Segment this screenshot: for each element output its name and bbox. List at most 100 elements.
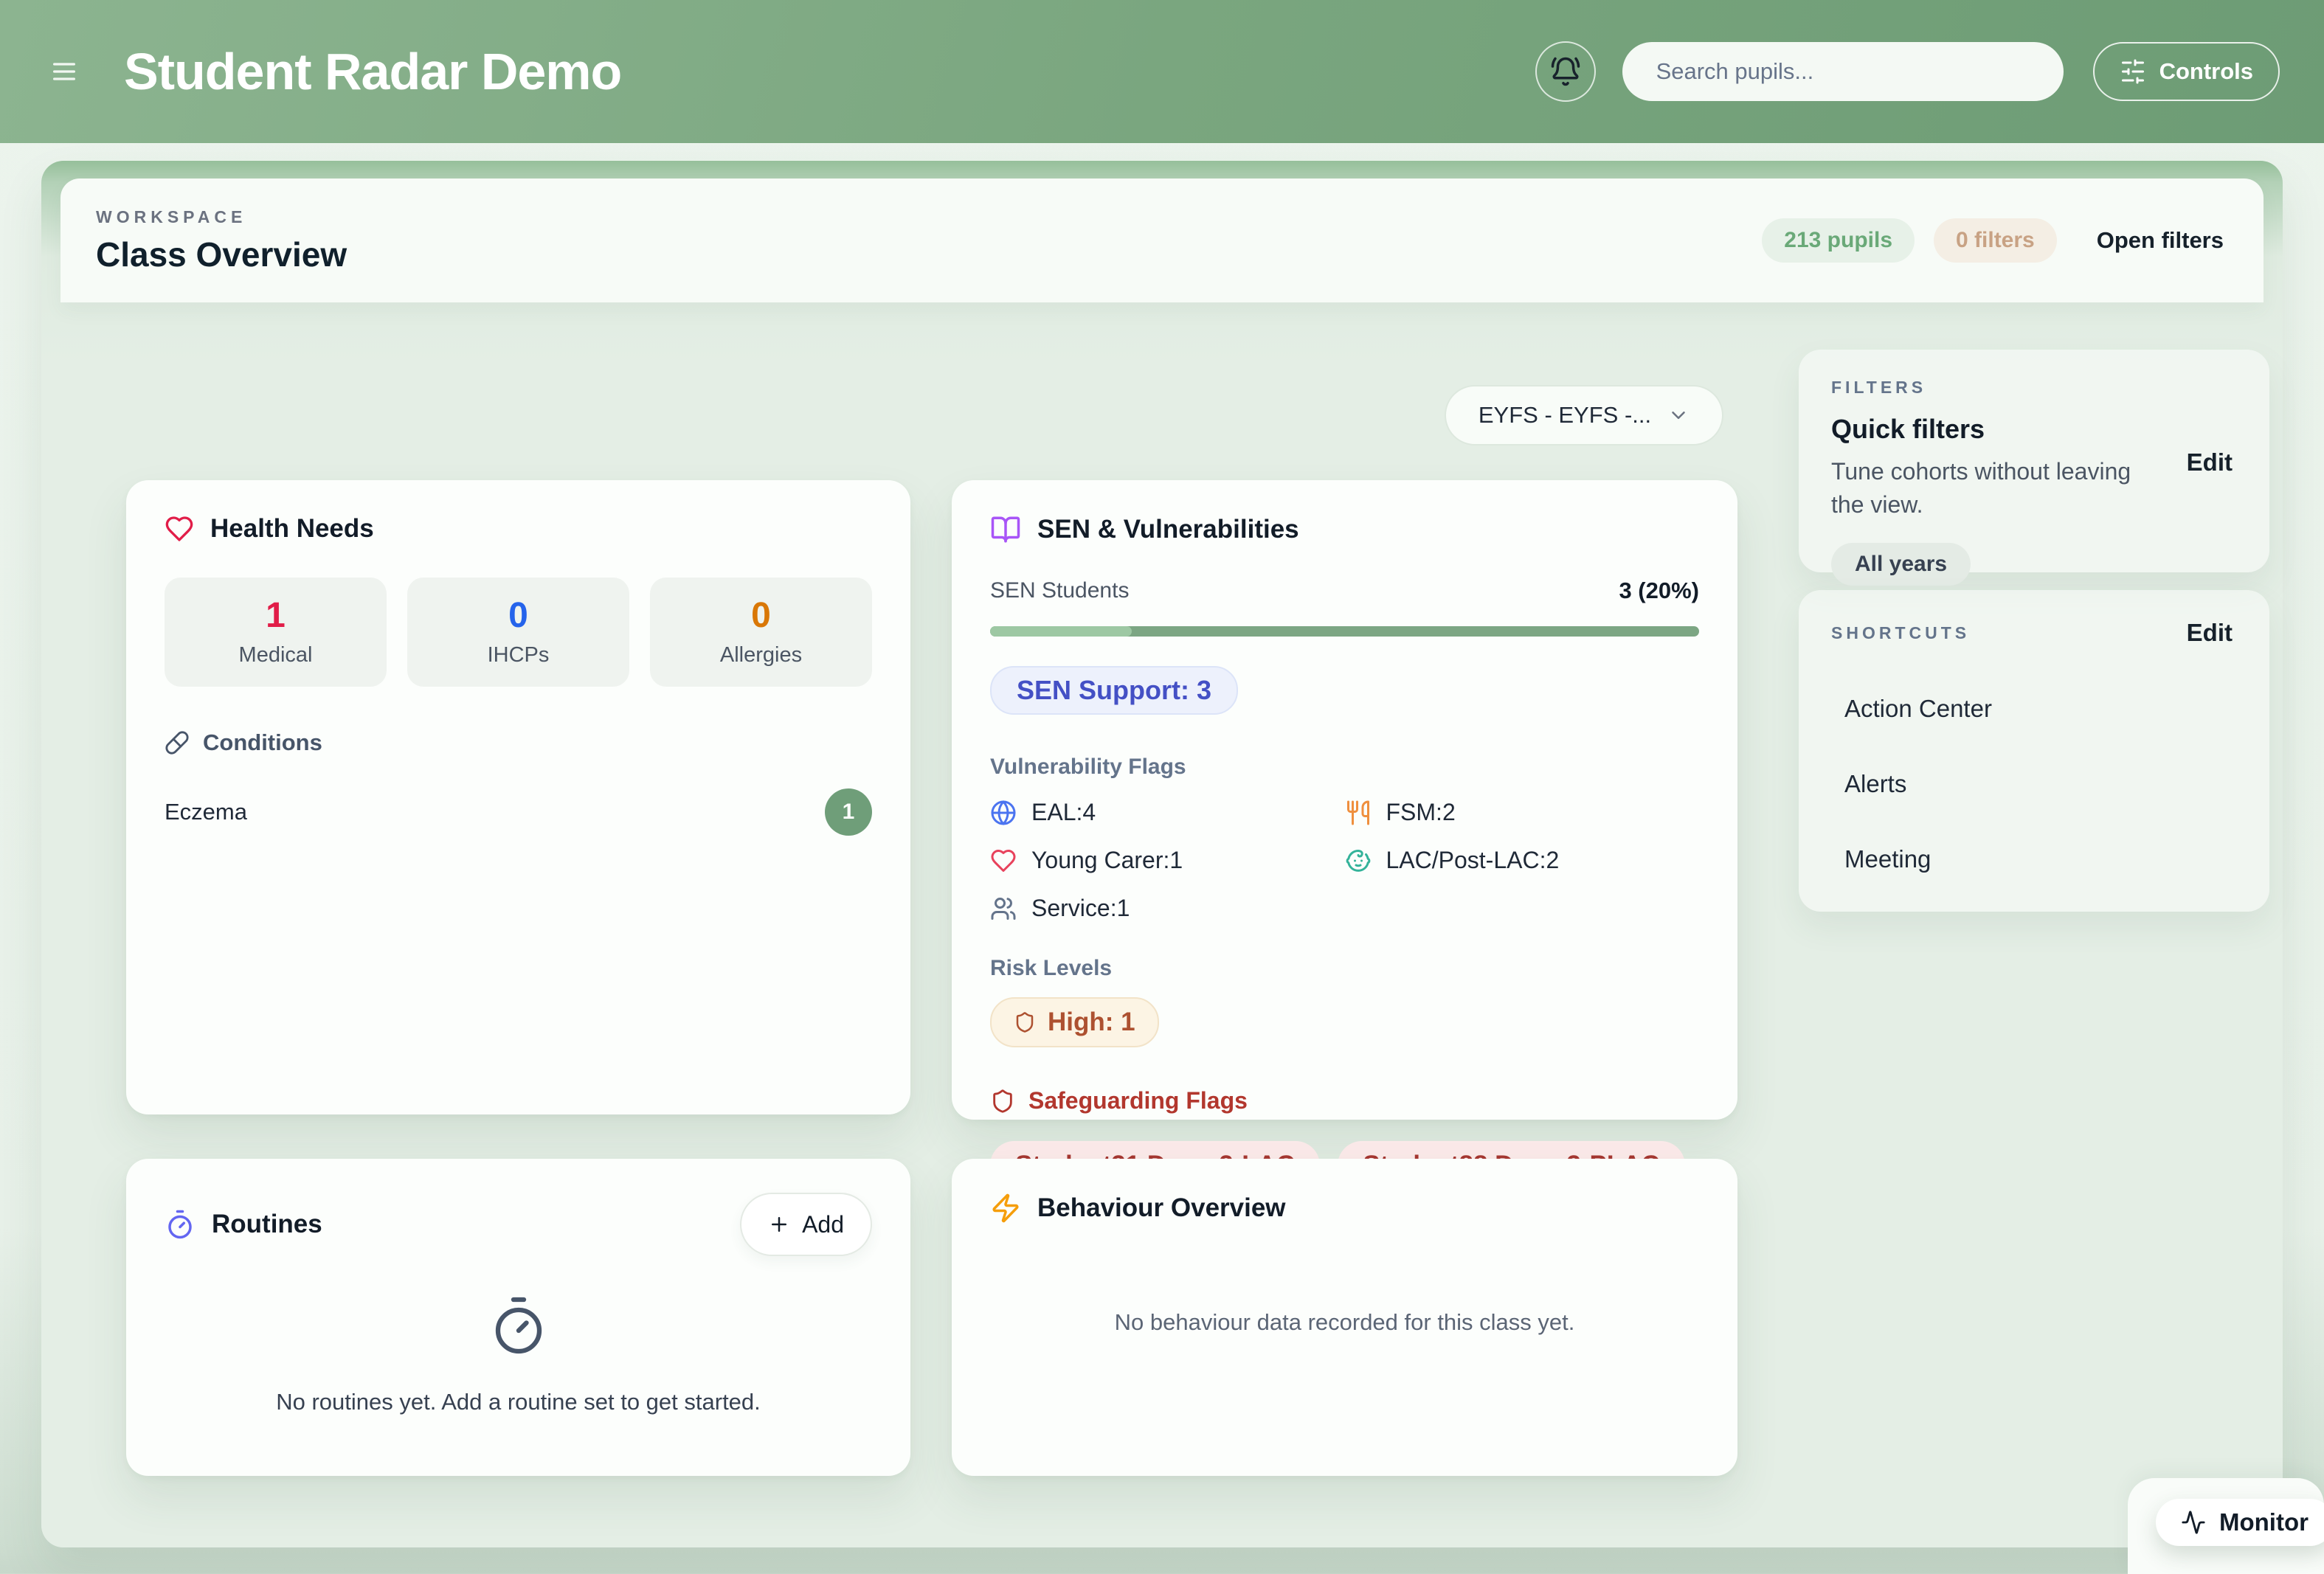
class-selector-value: EYFS - EYFS -...: [1479, 402, 1651, 429]
flag-eal-label: EAL:4: [1031, 799, 1096, 826]
conditions-heading: Conditions: [165, 729, 872, 756]
page-title: Class Overview: [96, 235, 347, 274]
stat-allergies-label: Allergies: [650, 643, 872, 668]
bell-icon: [1550, 56, 1581, 87]
add-routine-button[interactable]: Add: [740, 1193, 872, 1256]
behaviour-empty-text: No behaviour data recorded for this clas…: [990, 1309, 1699, 1336]
controls-label: Controls: [2159, 58, 2253, 85]
all-years-chip[interactable]: All years: [1831, 543, 1971, 586]
quick-filters-title: Quick filters: [1831, 414, 2148, 445]
flag-fsm-label: FSM:2: [1386, 799, 1456, 826]
stat-ihcps: 0 IHCPs: [407, 578, 629, 687]
quick-filters-text: Quick filters Tune cohorts without leavi…: [1831, 414, 2148, 522]
pupils-count-badge: 213 pupils: [1762, 218, 1915, 263]
workspace-eyebrow: WORKSPACE: [96, 207, 347, 227]
safeguarding-label: Safeguarding Flags: [1028, 1087, 1248, 1114]
routines-card: Routines Add No routines yet. Add a rout…: [126, 1159, 910, 1476]
activity-pulse-icon: [2181, 1510, 2206, 1535]
stat-allergies-value: 0: [650, 595, 872, 636]
flag-service-label: Service:1: [1031, 895, 1130, 922]
stopwatch-icon: [488, 1294, 550, 1356]
app-title: Student Radar Demo: [124, 42, 621, 101]
flag-service: Service:1: [990, 895, 1345, 922]
routines-empty-state: No routines yet. Add a routine set to ge…: [165, 1294, 872, 1415]
stat-ihcps-value: 0: [407, 595, 629, 636]
shortcut-meeting[interactable]: Meeting: [1831, 823, 2237, 873]
vulnerability-flags-heading: Vulnerability Flags: [990, 755, 1699, 780]
flag-lac-label: LAC/Post-LAC:2: [1386, 847, 1560, 874]
edit-shortcuts-button[interactable]: Edit: [2182, 618, 2237, 648]
edit-filters-button[interactable]: Edit: [2182, 448, 2237, 477]
health-card-header: Health Needs: [165, 514, 872, 544]
flag-fsm: FSM:2: [1345, 799, 1700, 826]
health-needs-card: Health Needs 1 Medical 0 IHCPs 0 Allergi…: [126, 480, 910, 1114]
sen-progress-fill: [990, 626, 1132, 637]
monitor-button[interactable]: Monitor: [2156, 1499, 2324, 1546]
open-filters-button[interactable]: Open filters: [2092, 226, 2228, 254]
book-open-icon: [990, 514, 1021, 545]
sliders-icon: [2120, 58, 2146, 85]
sen-students-value: 3 (20%): [1619, 578, 1699, 604]
heart-icon: [990, 847, 1017, 874]
routines-card-header: Routines Add: [165, 1193, 872, 1256]
stat-medical-label: Medical: [165, 643, 387, 668]
condition-row-eczema: Eczema 1: [165, 788, 872, 836]
behaviour-overview-card: Behaviour Overview No behaviour data rec…: [952, 1159, 1737, 1476]
stat-allergies: 0 Allergies: [650, 578, 872, 687]
stat-medical: 1 Medical: [165, 578, 387, 687]
shortcut-alerts[interactable]: Alerts: [1831, 748, 2237, 798]
quick-filters-description: Tune cohorts without leaving the view.: [1831, 455, 2148, 522]
filters-count-badge: 0 filters: [1934, 218, 2057, 263]
stat-ihcps-label: IHCPs: [407, 643, 629, 668]
filters-eyebrow: FILTERS: [1831, 378, 2237, 398]
routines-card-title: Routines: [212, 1210, 322, 1239]
search-input[interactable]: [1622, 42, 2064, 101]
baby-icon: [1345, 847, 1372, 874]
shortcuts-header: SHORTCUTS Edit: [1831, 618, 2237, 648]
workspace-header-right: 213 pupils 0 filters Open filters: [1762, 218, 2228, 263]
workspace-header: WORKSPACE Class Overview 213 pupils 0 fi…: [60, 178, 2264, 302]
flag-lac: LAC/Post-LAC:2: [1345, 847, 1700, 874]
shortcuts-eyebrow: SHORTCUTS: [1831, 623, 1970, 643]
sen-students-row: SEN Students 3 (20%): [990, 578, 1699, 604]
sen-card-header: SEN & Vulnerabilities: [990, 514, 1699, 545]
controls-button[interactable]: Controls: [2093, 42, 2280, 101]
flag-eal: EAL:4: [990, 799, 1345, 826]
behaviour-card-title: Behaviour Overview: [1037, 1193, 1286, 1223]
shortcuts-panel: SHORTCUTS Edit Action Center Alerts Meet…: [1799, 590, 2269, 912]
risk-high-badge: High: 1: [990, 997, 1159, 1047]
utensils-icon: [1345, 800, 1372, 826]
routines-empty-text: No routines yet. Add a routine set to ge…: [276, 1389, 761, 1415]
class-selector-dropdown[interactable]: EYFS - EYFS -...: [1445, 385, 1723, 445]
app-header: Student Radar Demo Controls: [0, 0, 2324, 143]
shield-icon: [1014, 1011, 1036, 1033]
risk-high-label: High: 1: [1048, 1008, 1135, 1037]
globe-icon: [990, 800, 1017, 826]
sen-students-label: SEN Students: [990, 578, 1129, 603]
notifications-button[interactable]: [1535, 41, 1596, 102]
conditions-label: Conditions: [203, 729, 322, 756]
add-routine-label: Add: [802, 1211, 844, 1238]
sen-progress-bar: [990, 626, 1699, 637]
safeguarding-heading: Safeguarding Flags: [990, 1087, 1699, 1114]
pill-icon: [165, 730, 190, 755]
behaviour-card-header: Behaviour Overview: [990, 1193, 1699, 1224]
quick-filters-panel: FILTERS Quick filters Tune cohorts witho…: [1799, 350, 2269, 572]
flag-young-carer-label: Young Carer:1: [1031, 847, 1183, 874]
flag-young-carer: Young Carer:1: [990, 847, 1345, 874]
shield-icon: [990, 1089, 1015, 1114]
menu-button[interactable]: [44, 52, 84, 91]
condition-name: Eczema: [165, 799, 247, 825]
sen-vulnerabilities-card: SEN & Vulnerabilities SEN Students 3 (20…: [952, 480, 1737, 1120]
heart-icon: [165, 514, 194, 544]
sen-support-badge: SEN Support: 3: [990, 666, 1238, 715]
plus-icon: [768, 1213, 790, 1235]
stat-medical-value: 1: [165, 595, 387, 636]
hamburger-icon: [49, 57, 79, 86]
lightning-bolt-icon: [990, 1193, 1021, 1224]
vulnerability-flags-grid: EAL:4 FSM:2 Young Carer:1 LAC/Post-LAC:2…: [990, 799, 1699, 922]
risk-levels-heading: Risk Levels: [990, 956, 1699, 981]
shortcut-action-center[interactable]: Action Center: [1831, 673, 2237, 723]
sen-card-title: SEN & Vulnerabilities: [1037, 515, 1299, 544]
health-stats-row: 1 Medical 0 IHCPs 0 Allergies: [165, 578, 872, 687]
